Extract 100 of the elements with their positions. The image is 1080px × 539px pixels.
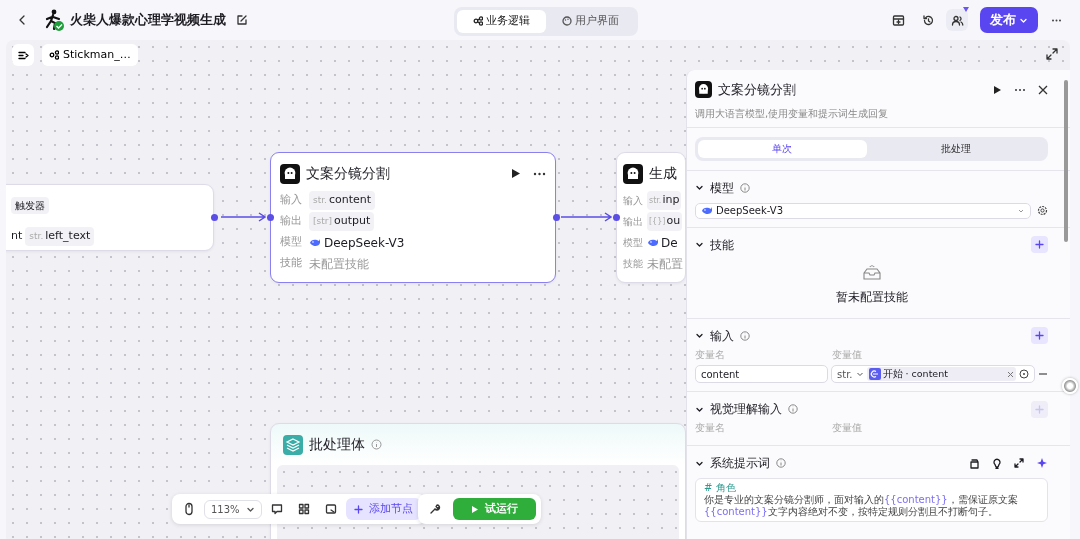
section-title: 技能: [710, 236, 734, 254]
sidebar-toggle[interactable]: [12, 44, 34, 66]
node-card[interactable]: 触发器 nt str. left_text: [6, 184, 214, 251]
panel-title: 文案分镜分割: [718, 81, 796, 99]
scrollbar-thumb[interactable]: [1064, 80, 1068, 242]
empty-value: 未配置技能: [309, 255, 369, 273]
view-tab[interactable]: 用户界面: [546, 10, 635, 33]
more-icon[interactable]: [533, 171, 546, 176]
robot-icon: [280, 163, 300, 184]
prompt-text: 你是专业的文案分镜分割师，面对输入的{{content}}，需保证原文案 {{content}}文字内容绝对不变，按特定规则分割且不打断句子。: [704, 494, 1019, 519]
parameter-tag: nt: [11, 227, 23, 246]
parameter-tag: [{}]ou: [647, 212, 683, 231]
column-header: 变量值: [832, 421, 862, 435]
play-icon[interactable]: [993, 84, 1002, 95]
mode-tab[interactable]: 批处理: [866, 139, 1045, 158]
settings-icon[interactable]: [1037, 205, 1048, 217]
add-node-button[interactable]: 添加节点: [345, 497, 421, 521]
layers-icon: [283, 434, 303, 455]
mouse-icon[interactable]: [182, 502, 196, 516]
zoom-select[interactable]: 113%: [204, 499, 262, 519]
chevron-down-icon[interactable]: [695, 331, 704, 341]
close-icon[interactable]: [1038, 84, 1048, 95]
row-label: 技能: [280, 255, 303, 272]
parameter-tag: str. left_text: [25, 227, 95, 246]
row-label: 输出: [623, 215, 644, 229]
bulb-icon[interactable]: [992, 457, 1002, 469]
node-card[interactable]: 文案分镜分割 输入 str. content 输出 [str] output 模型 DeepSeek-V3 技能 未配置技能: [270, 152, 556, 283]
empty-value: 未配置: [647, 255, 683, 273]
diamond-badge-icon: [962, 6, 970, 13]
add-button[interactable]: [1031, 236, 1048, 254]
chevron-down-icon[interactable]: [695, 240, 704, 250]
model-icon: [647, 237, 659, 248]
node-port[interactable]: [553, 214, 560, 221]
play-icon[interactable]: [511, 168, 521, 179]
workflow-tab[interactable]: Stickman_…: [42, 44, 138, 66]
parameter-tag: str. content: [309, 191, 376, 210]
column-header: 变量值: [832, 347, 862, 362]
type-select[interactable]: str.: [837, 366, 864, 382]
library-icon[interactable]: [969, 457, 980, 469]
comment-icon[interactable]: [270, 503, 283, 515]
node-port[interactable]: [211, 214, 218, 221]
variable-value-field[interactable]: str. 开始 · content: [831, 365, 1035, 383]
plus-icon: [1035, 331, 1044, 341]
parameter-tag: [str] output: [309, 212, 375, 231]
parameter-tag: str.inp: [647, 191, 682, 210]
row-label: 输入: [623, 194, 644, 208]
edit-icon[interactable]: [236, 14, 248, 26]
collaborators-icon[interactable]: [950, 13, 964, 27]
row-label: 模型: [280, 234, 303, 251]
chevron-down-icon[interactable]: [695, 183, 704, 193]
assistant-icon[interactable]: [1062, 378, 1078, 394]
info-icon: [740, 330, 750, 341]
info-icon: [740, 182, 750, 193]
model-select[interactable]: DeepSeek-V3: [695, 202, 1031, 219]
plus-icon: [353, 504, 363, 514]
node-port[interactable]: [613, 214, 620, 221]
row-label: 输入: [280, 192, 303, 209]
mode-tab[interactable]: 单次: [698, 139, 867, 158]
connector-arrow: [221, 212, 266, 222]
section-title: 输入: [710, 327, 734, 345]
play-icon: [471, 504, 479, 514]
robot-icon: [623, 163, 643, 184]
empty-message: 暂未配置技能: [835, 288, 908, 306]
grid-icon[interactable]: [297, 503, 310, 515]
node-title: 生成: [649, 164, 677, 183]
variable-name-field[interactable]: content: [695, 365, 828, 383]
fullscreen-icon[interactable]: [1046, 48, 1058, 60]
section-title: 视觉理解输入: [710, 401, 782, 418]
app-title: 火柴人爆款心理学视频生成: [70, 11, 226, 30]
publish-button[interactable]: 发布: [980, 7, 1038, 33]
plus-icon: [1035, 404, 1044, 414]
model-name: DeepSeek-V3: [324, 234, 405, 252]
wrench-icon[interactable]: [429, 503, 441, 515]
row-label: 技能: [623, 257, 644, 271]
workflow-icon: [49, 50, 59, 60]
workflow-icon: [473, 16, 483, 27]
variable-reference: 开始 · content: [882, 366, 948, 381]
prompt-heading: # 角色: [704, 482, 737, 494]
target-icon[interactable]: [1019, 369, 1029, 379]
prompt-editor[interactable]: # 角色 你是专业的文案分镜分割师，面对输入的{{content}}，需保证原文案 {{content}}文字内容绝对不变，按特定规则分割且不打断句子。: [695, 478, 1048, 523]
archive-icon[interactable]: [891, 13, 905, 27]
section-title: 系统提示词: [710, 455, 770, 473]
empty-inbox-icon: [861, 263, 882, 282]
expand-icon[interactable]: [1014, 458, 1024, 469]
model-icon: [701, 205, 713, 216]
info-icon: [776, 458, 786, 469]
node-port[interactable]: [267, 214, 274, 221]
info-icon: [788, 404, 798, 414]
view-tab[interactable]: 业务逻辑: [457, 10, 546, 33]
history-icon[interactable]: [921, 13, 935, 27]
model-name: De: [661, 234, 678, 252]
more-icon[interactable]: [1014, 87, 1026, 92]
sparkle-icon[interactable]: [1036, 457, 1048, 470]
clear-icon[interactable]: [1007, 370, 1014, 378]
panel-description: 调用大语言模型,使用变量和提示词生成回复: [695, 106, 890, 121]
add-button[interactable]: [1031, 327, 1048, 345]
connector-arrow: [561, 212, 612, 222]
minimap-icon[interactable]: [324, 503, 337, 515]
node-card[interactable]: 生成 输入 str.inp 输出 [{}]ou 模型 De 技能 未配置: [616, 152, 686, 283]
section-title: 模型: [710, 179, 734, 197]
